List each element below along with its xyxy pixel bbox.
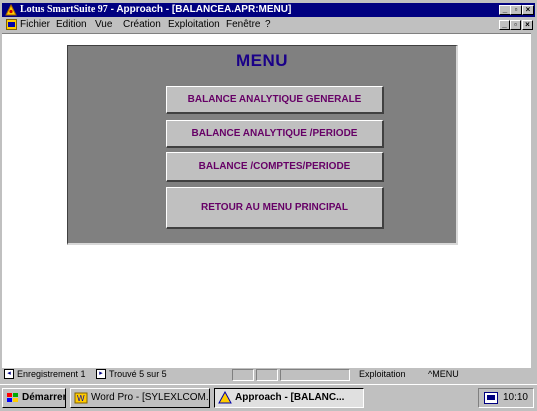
record-indicator[interactable]: Enregistrement 1 — [17, 368, 86, 381]
task-label: Word Pro - [SYLEXLCOM... — [91, 392, 210, 403]
menu-fichier[interactable]: Fichier — [20, 18, 50, 32]
lotus-app-icon[interactable] — [5, 4, 17, 16]
taskbar: Démarrer W Word Pro - [SYLEXLCOM... Appr… — [0, 384, 537, 411]
status-cell-3 — [280, 369, 350, 381]
menu-edition[interactable]: Edition — [56, 18, 87, 32]
start-button[interactable]: Démarrer — [2, 388, 66, 408]
menu-creation[interactable]: Création — [123, 18, 161, 32]
form-title: MENU — [235, 51, 289, 70]
tray-icon[interactable] — [484, 392, 498, 404]
record-nav-icon[interactable]: ◂ — [4, 369, 14, 379]
document-icon[interactable] — [6, 19, 17, 30]
approach-icon — [218, 391, 232, 404]
system-tray: 10:10 — [478, 388, 534, 408]
menu-panel: MENU BALANCE ANALYTIQUE GENERALE BALANCE… — [67, 45, 458, 245]
mode-indicator[interactable]: Exploitation — [359, 368, 406, 381]
balance-analytique-generale-button[interactable]: BALANCE ANALYTIQUE GENERALE — [166, 86, 384, 114]
application-window: Lotus SmartSuite 97 - Approach - [BALANC… — [0, 0, 537, 411]
doc-restore-button[interactable]: ▫ — [510, 20, 521, 30]
find-icon[interactable]: ▸ — [96, 369, 106, 379]
doc-close-button[interactable]: × — [522, 20, 533, 30]
status-bar: ◂ Enregistrement 1 ▸ Trouvé 5 sur 5 Expl… — [2, 368, 535, 382]
balance-analytique-periode-button[interactable]: BALANCE ANALYTIQUE /PERIODE — [166, 120, 384, 148]
status-cell-2 — [256, 369, 278, 381]
menu-help[interactable]: ? — [265, 18, 271, 32]
title-bar[interactable]: Lotus SmartSuite 97 - Approach - [BALANC… — [2, 3, 535, 17]
clock[interactable]: 10:10 — [503, 389, 528, 407]
windows-logo-icon — [7, 393, 18, 402]
doc-minimize-button[interactable]: _ — [499, 20, 510, 30]
view-indicator[interactable]: ^MENU — [428, 368, 459, 381]
word-pro-icon: W — [74, 392, 88, 404]
task-label: Approach - [BALANC... — [235, 392, 345, 403]
maximize-button[interactable]: ▫ — [510, 5, 522, 15]
menu-bar: Fichier Edition Vue Création Exploitatio… — [2, 18, 535, 32]
menu-fenetre[interactable]: Fenêtre — [226, 18, 260, 32]
menu-vue[interactable]: Vue — [95, 18, 112, 32]
window-title: Lotus SmartSuite 97 - Approach - [BALANC… — [20, 4, 292, 15]
found-count[interactable]: Trouvé 5 sur 5 — [109, 368, 167, 381]
balance-comptes-periode-button[interactable]: BALANCE /COMPTES/PERIODE — [166, 152, 384, 182]
start-label: Démarrer — [22, 392, 66, 403]
status-cell-1 — [232, 369, 254, 381]
retour-menu-principal-button[interactable]: RETOUR AU MENU PRINCIPAL — [166, 187, 384, 229]
close-button[interactable]: × — [522, 5, 534, 15]
task-word-pro[interactable]: W Word Pro - [SYLEXLCOM... — [70, 388, 210, 408]
menu-exploitation[interactable]: Exploitation — [168, 18, 220, 32]
task-approach[interactable]: Approach - [BALANC... — [214, 388, 364, 408]
svg-text:W: W — [77, 394, 85, 403]
